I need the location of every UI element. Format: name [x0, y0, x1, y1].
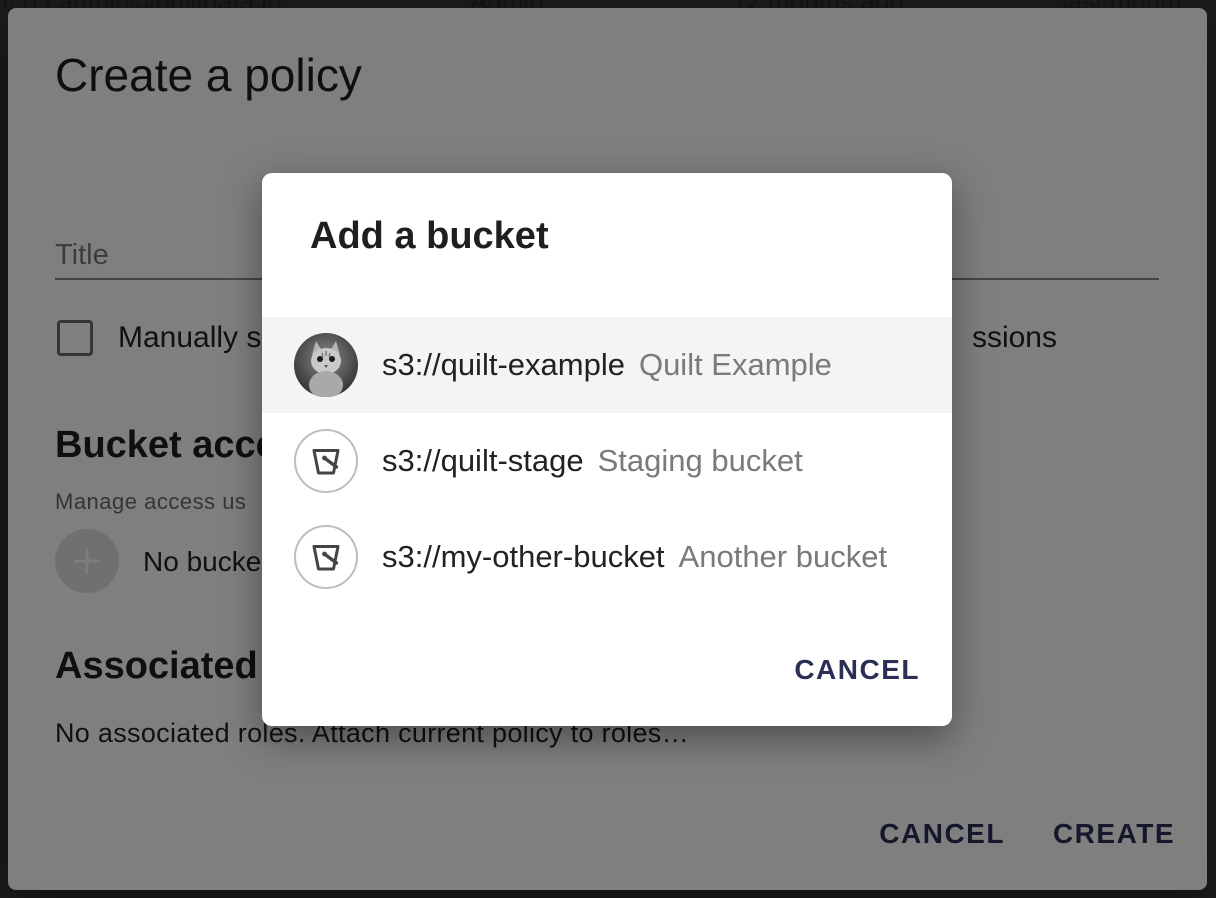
bucket-item-text: s3://my-other-bucket Another bucket: [382, 539, 887, 575]
bucket-list: s3://quilt-example Quilt Example s3://qui…: [262, 317, 952, 605]
bucket-item-quilt-example[interactable]: s3://quilt-example Quilt Example: [262, 317, 952, 413]
bucket-name: s3://my-other-bucket: [382, 539, 665, 574]
bucket-item-my-other-bucket[interactable]: s3://my-other-bucket Another bucket: [262, 509, 952, 605]
cancel-button[interactable]: CANCEL: [794, 650, 920, 690]
bucket-icon: [294, 525, 358, 589]
bucket-description: Staging bucket: [597, 443, 803, 478]
cat-avatar-icon: [294, 333, 358, 397]
bucket-name: s3://quilt-example: [382, 347, 625, 382]
bucket-description: Another bucket: [678, 539, 888, 574]
add-bucket-title: Add a bucket: [310, 215, 549, 257]
bucket-icon: [294, 429, 358, 493]
add-bucket-dialog: Add a bucket s3://quilt-example Quilt Ex…: [262, 173, 952, 726]
bucket-item-quilt-stage[interactable]: s3://quilt-stage Staging bucket: [262, 413, 952, 509]
bucket-name: s3://quilt-stage: [382, 443, 584, 478]
add-bucket-actions: CANCEL: [794, 650, 920, 690]
bucket-item-text: s3://quilt-example Quilt Example: [382, 347, 832, 383]
bucket-item-text: s3://quilt-stage Staging bucket: [382, 443, 803, 479]
bucket-description: Quilt Example: [638, 347, 832, 382]
